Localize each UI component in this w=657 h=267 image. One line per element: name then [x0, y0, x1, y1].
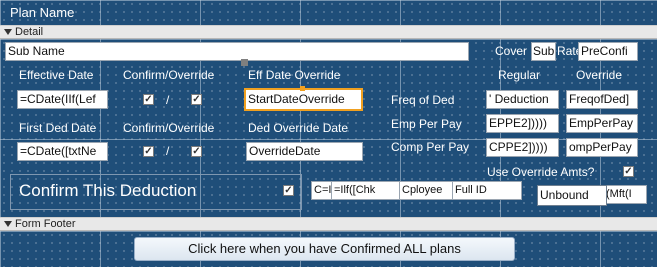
- selection-handle[interactable]: [241, 59, 248, 66]
- comp-per-pay-label[interactable]: Comp Per Pay: [391, 139, 469, 155]
- calc-field-d[interactable]: (Mft(I: [603, 185, 647, 204]
- confirm-checkbox-1[interactable]: ✓: [143, 94, 154, 105]
- cover-label[interactable]: Cover: [495, 43, 527, 59]
- ded-override-date-label[interactable]: Ded Override Date: [248, 120, 348, 136]
- override-date-textbox[interactable]: OverrideDate: [246, 142, 363, 161]
- confirm-override-label-1[interactable]: Confirm/Override: [123, 67, 214, 83]
- override-label[interactable]: Override: [576, 67, 622, 83]
- confirm-deduction-checkbox[interactable]: ✓: [283, 185, 294, 196]
- calc-field-b[interactable]: =Ilf([Chk: [331, 181, 401, 200]
- first-ded-date-label[interactable]: First Ded Date: [19, 120, 96, 136]
- emp-regular-textbox[interactable]: EPPE2])))): [486, 114, 559, 133]
- eff-date-override-label[interactable]: Eff Date Override: [248, 67, 340, 83]
- first-ded-expression[interactable]: =CDate([txtNe: [17, 142, 108, 161]
- emp-per-pay-label[interactable]: Emp Per Pay: [391, 116, 462, 132]
- form-footer-section-bar[interactable]: Form Footer: [0, 217, 657, 231]
- effective-date-expression[interactable]: =CDate(IIf(Lef: [17, 90, 108, 109]
- override-checkbox-2[interactable]: ✓: [191, 146, 202, 157]
- start-date-override-textbox[interactable]: StartDateOverride: [244, 88, 363, 111]
- use-override-amts-label[interactable]: Use Override Amts?: [487, 164, 594, 180]
- unbound-textbox[interactable]: Unbound: [537, 185, 607, 206]
- slash-separator-2: /: [166, 144, 170, 158]
- emp-override-textbox[interactable]: EmpPerPay: [566, 114, 638, 133]
- confirm-all-plans-button[interactable]: Click here when you have Confirmed ALL p…: [134, 237, 515, 261]
- preconfirm-textbox[interactable]: PreConfi: [578, 42, 638, 61]
- detail-section-label: Detail: [15, 26, 44, 38]
- confirm-checkbox-2[interactable]: ✓: [143, 146, 154, 157]
- use-override-checkbox[interactable]: ✓: [623, 166, 634, 177]
- plan-name-label[interactable]: Plan Name: [10, 5, 74, 21]
- resize-handle[interactable]: [300, 86, 305, 91]
- override-checkbox-1[interactable]: ✓: [191, 94, 202, 105]
- form-design-canvas: Plan Name Detail Sub Name Cover Sub Rate…: [0, 0, 657, 267]
- confirm-this-deduction-label[interactable]: Confirm This Deduction: [19, 181, 196, 201]
- full-id-textbox[interactable]: Full ID: [452, 181, 522, 200]
- slash-separator-1: /: [166, 93, 170, 107]
- sub-name-textbox[interactable]: Sub Name: [5, 42, 469, 61]
- form-header-area: [0, 0, 657, 25]
- confirm-override-label-2[interactable]: Confirm/Override: [123, 120, 214, 136]
- collapse-triangle-icon-footer: [4, 221, 12, 228]
- sub-textbox[interactable]: Sub: [531, 42, 556, 61]
- detail-section-bar[interactable]: Detail: [0, 25, 657, 39]
- form-footer-section-label: Form Footer: [15, 218, 76, 230]
- freq-regular-textbox[interactable]: ' Deduction: [486, 90, 559, 109]
- freq-of-ded-label[interactable]: Freq of Ded: [391, 92, 454, 108]
- comp-override-textbox[interactable]: ompPerPay: [566, 138, 638, 157]
- regular-label[interactable]: Regular: [498, 67, 540, 83]
- calc-field-c[interactable]: Cployee: [399, 181, 454, 200]
- comp-regular-textbox[interactable]: CPPE2])))): [486, 138, 559, 157]
- collapse-triangle-icon: [4, 29, 12, 36]
- freq-override-textbox[interactable]: FreqofDed]: [566, 90, 638, 109]
- effective-date-label[interactable]: Effective Date: [19, 67, 93, 83]
